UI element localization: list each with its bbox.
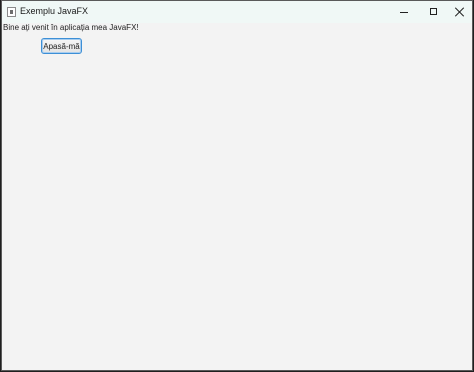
minimize-button[interactable] [390,1,420,23]
minimize-icon [400,12,408,13]
window-title: Exemplu JavaFX [20,6,89,16]
welcome-label: Bine ați venit în aplicația mea JavaFX! [3,23,139,32]
close-button[interactable] [446,1,472,23]
maximize-button[interactable] [419,1,449,23]
press-me-button[interactable]: Apasă-mă [41,38,82,54]
title-bar[interactable]: Exemplu JavaFX [2,1,472,23]
maximize-icon [430,8,437,15]
close-icon [455,7,465,17]
java-app-icon [7,7,16,17]
app-window: Exemplu JavaFX Bine ați venit în aplicaț… [1,0,473,371]
content-area: Bine ați venit în aplicația mea JavaFX! … [2,23,472,370]
